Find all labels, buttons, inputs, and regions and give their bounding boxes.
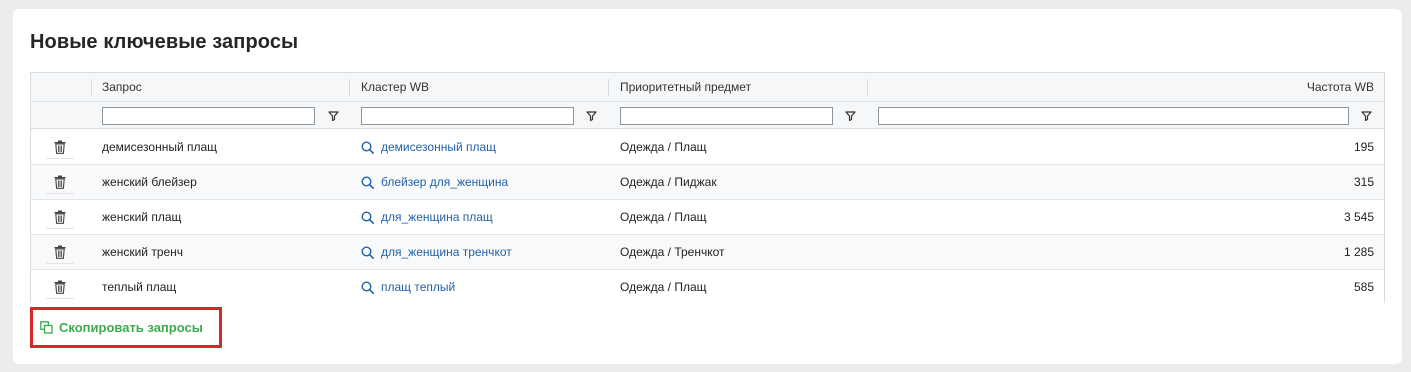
filter-icon [1360, 111, 1372, 121]
subject-filter-input[interactable] [620, 107, 833, 125]
cluster-link-label[interactable]: блейзер для_женщина [381, 175, 508, 189]
column-header-frequency[interactable]: Частота WB [1307, 73, 1374, 102]
frequency-filter-input[interactable] [878, 107, 1349, 125]
cluster-filter-input[interactable] [361, 107, 574, 125]
cluster-link-label[interactable]: для_женщина тренчкот [381, 245, 512, 259]
query-cell: женский тренч [102, 245, 184, 259]
cluster-link[interactable]: блейзер для_женщина [361, 165, 508, 199]
query-filter-input[interactable] [102, 107, 315, 125]
cluster-link[interactable]: демисезонный плащ [361, 130, 496, 164]
query-cell: теплый плащ [102, 280, 177, 294]
new-keywords-card: Новые ключевые запросы Запрос Кластер WB… [13, 9, 1402, 364]
subject-cell: Одежда / Плащ [620, 280, 707, 294]
delete-button[interactable] [46, 275, 74, 299]
trash-icon [54, 140, 66, 154]
subject-filter-button[interactable] [841, 107, 859, 125]
frequency-cell: 1 285 [1343, 245, 1374, 259]
column-header-cluster[interactable]: Кластер WB [361, 73, 429, 102]
cluster-link[interactable]: для_женщина плащ [361, 200, 493, 234]
cluster-link-label[interactable]: плащ теплый [381, 280, 455, 294]
delete-button[interactable] [46, 240, 74, 264]
query-cell: женский блейзер [102, 175, 197, 189]
frequency-cell: 585 [1353, 280, 1374, 294]
copy-queries-button[interactable]: Скопировать запросы [30, 307, 222, 348]
frequency-cell: 315 [1353, 175, 1374, 189]
column-separator [867, 79, 868, 96]
cluster-link-label[interactable]: демисезонный плащ [381, 140, 496, 154]
delete-button[interactable] [46, 135, 74, 159]
cluster-filter-button[interactable] [582, 107, 600, 125]
column-separator [608, 79, 609, 96]
search-icon [361, 280, 374, 294]
subject-cell: Одежда / Тренчкот [620, 245, 725, 259]
table-row: женский блейзер блейзер для_женщина Одеж… [31, 165, 1384, 200]
delete-button[interactable] [46, 170, 74, 194]
subject-cell: Одежда / Плащ [620, 140, 707, 154]
copy-queries-label[interactable]: Скопировать запросы [59, 320, 203, 335]
cluster-link[interactable]: плащ теплый [361, 270, 455, 304]
frequency-filter-button[interactable] [1357, 107, 1375, 125]
trash-icon [54, 210, 66, 224]
table-row: женский плащ для_женщина плащ Одежда / П… [31, 200, 1384, 235]
frequency-cell: 195 [1353, 140, 1374, 154]
table-header: Запрос Кластер WB Приоритетный предмет Ч… [31, 73, 1384, 102]
search-icon [361, 245, 374, 259]
keywords-table: Запрос Кластер WB Приоритетный предмет Ч… [30, 72, 1385, 305]
search-icon [361, 210, 374, 224]
table-row: женский тренч для_женщина тренчкот Одежд… [31, 235, 1384, 270]
column-separator [91, 79, 92, 96]
copy-icon [40, 321, 53, 334]
subject-cell: Одежда / Пиджак [620, 175, 717, 189]
cluster-link[interactable]: для_женщина тренчкот [361, 235, 512, 269]
subject-cell: Одежда / Плащ [620, 210, 707, 224]
delete-button[interactable] [46, 205, 74, 229]
search-icon [361, 175, 374, 189]
filter-icon [585, 111, 597, 121]
trash-icon [54, 280, 66, 294]
table-row: демисезонный плащ демисезонный плащ Одеж… [31, 130, 1384, 165]
column-header-subject[interactable]: Приоритетный предмет [620, 73, 751, 102]
filter-icon [844, 111, 856, 121]
filter-row [31, 102, 1384, 129]
column-header-query[interactable]: Запрос [102, 73, 142, 102]
search-icon [361, 140, 374, 154]
trash-icon [54, 175, 66, 189]
query-filter-button[interactable] [324, 107, 342, 125]
filter-icon [327, 111, 339, 121]
column-separator [349, 79, 350, 96]
table-row: теплый плащ плащ теплый Одежда / Плащ 58… [31, 270, 1384, 305]
trash-icon [54, 245, 66, 259]
cluster-link-label[interactable]: для_женщина плащ [381, 210, 493, 224]
frequency-cell: 3 545 [1343, 210, 1374, 224]
query-cell: женский плащ [102, 210, 182, 224]
card-title: Новые ключевые запросы [30, 31, 299, 53]
query-cell: демисезонный плащ [102, 140, 218, 154]
